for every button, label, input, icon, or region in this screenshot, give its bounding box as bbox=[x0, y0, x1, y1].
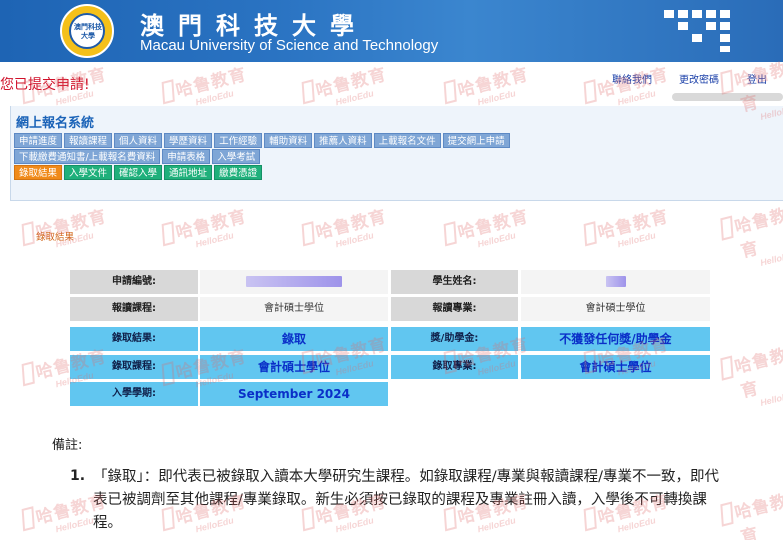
tab-program-applied[interactable]: 報讀課程 bbox=[64, 133, 113, 148]
remark-number: 1. bbox=[70, 468, 86, 484]
tab-payment-notice[interactable]: 下載繳費通知書/上載報名費資料 bbox=[14, 149, 161, 164]
tab-supporting-info[interactable]: 輔助資料 bbox=[264, 133, 313, 148]
tab-work-experience[interactable]: 工作經驗 bbox=[214, 133, 263, 148]
tab-personal-info[interactable]: 個人資料 bbox=[114, 133, 163, 148]
logout-link[interactable]: 登出 bbox=[747, 71, 767, 86]
tab-submit-application[interactable]: 提交網上申請 bbox=[442, 133, 510, 148]
tab-admission-documents[interactable]: 入學文件 bbox=[64, 165, 113, 180]
applied-program-value: 會計碩士學位 bbox=[200, 297, 388, 321]
tab-admission-result[interactable]: 錄取結果 bbox=[14, 165, 63, 180]
tab-entrance-exam[interactable]: 入學考試 bbox=[212, 149, 261, 164]
app-no-value bbox=[200, 270, 388, 294]
submitted-message: 您已提交申請! bbox=[0, 77, 90, 93]
logo-text: 澳門科技大學 bbox=[74, 23, 102, 40]
tab-referee-info[interactable]: 推薦人資料 bbox=[314, 133, 372, 148]
redacted-app-no bbox=[246, 275, 342, 287]
tab-upload-documents[interactable]: 上載報名文件 bbox=[373, 133, 441, 148]
top-bar bbox=[0, 62, 783, 106]
applied-major-value: 會計碩士學位 bbox=[521, 297, 710, 321]
tab-education[interactable]: 學歷資料 bbox=[164, 133, 213, 148]
university-name-cn: 澳門科技大學 bbox=[140, 11, 368, 40]
admitted-program-label: 錄取課程: bbox=[70, 355, 198, 379]
tab-payment-receipt[interactable]: 繳費憑證 bbox=[214, 165, 263, 180]
intake-label: 入學學期: bbox=[70, 382, 198, 406]
nav-row-3: 錄取結果 入學文件 確認入學 通訊地址 繳費憑證 bbox=[14, 165, 263, 180]
university-name-en: Macau University of Science and Technolo… bbox=[140, 37, 439, 54]
university-logo[interactable]: 澳門科技大學 bbox=[60, 4, 114, 58]
student-name-value bbox=[521, 270, 710, 294]
contact-us-link[interactable]: 聯絡我們 bbox=[612, 71, 652, 86]
tab-mailing-address[interactable]: 通訊地址 bbox=[164, 165, 213, 180]
scholarship-label: 獎/助學金: bbox=[391, 327, 518, 351]
site-header: 澳門科技大學 澳門科技大學 Macau University of Scienc… bbox=[0, 0, 783, 62]
breadcrumb: 錄取結果 bbox=[36, 232, 75, 243]
change-password-link[interactable]: 更改密碼 bbox=[679, 71, 719, 86]
nav-row-1: 申請進度 報讀課程 個人資料 學歷資料 工作經驗 輔助資料 推薦人資料 上載報名… bbox=[14, 133, 510, 148]
admission-result-value: 錄取 bbox=[200, 327, 388, 351]
divider bbox=[672, 93, 783, 101]
applied-program-label: 報讀課程: bbox=[70, 297, 198, 321]
admitted-major-label: 錄取專業: bbox=[391, 355, 518, 379]
tab-application-form[interactable]: 申請表格 bbox=[162, 149, 211, 164]
remark-text: 「錄取」：即代表已被錄取入讀本大學研究生課程。如錄取課程/專業與報讀課程/專業不… bbox=[93, 469, 720, 531]
applied-major-label: 報讀專業: bbox=[391, 297, 518, 321]
system-title: 網上報名系統 bbox=[16, 116, 95, 131]
app-no-label: 申請編號: bbox=[70, 270, 198, 294]
admission-result-label: 錄取結果: bbox=[70, 327, 198, 351]
scholarship-value: 不獲發任何獎/助學金 bbox=[521, 327, 710, 351]
tab-confirm-enrollment[interactable]: 確認入學 bbox=[114, 165, 163, 180]
intake-value: September 2024 bbox=[200, 382, 388, 406]
nav-row-2: 下載繳費通知書/上載報名費資料 申請表格 入學考試 bbox=[14, 149, 261, 164]
student-name-label: 學生姓名: bbox=[391, 270, 518, 294]
admitted-major-value: 會計碩士學位 bbox=[521, 355, 710, 379]
admitted-program-value: 會計碩士學位 bbox=[200, 355, 388, 379]
tab-application-progress[interactable]: 申請進度 bbox=[14, 133, 63, 148]
redacted-student-name bbox=[605, 275, 626, 287]
remarks-title: 備註: bbox=[52, 438, 83, 453]
